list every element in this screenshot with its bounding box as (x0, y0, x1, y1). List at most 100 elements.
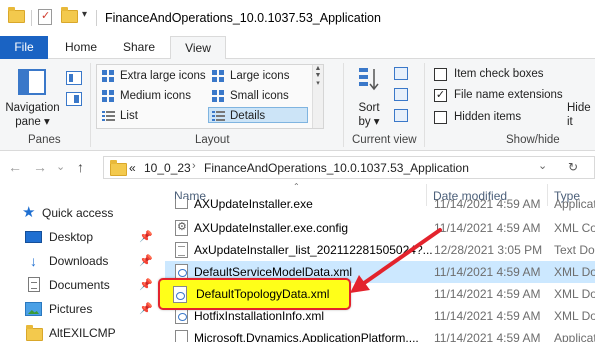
large-icons-icon (212, 70, 225, 82)
file-type: Applicati (554, 199, 595, 211)
sidebar-item-label: Pictures (49, 302, 93, 316)
layout-item-label: Small icons (230, 90, 289, 102)
xml-file-icon (175, 308, 188, 324)
navigation-pane-button[interactable]: Navigation pane ▾ (5, 101, 60, 129)
file-name: AxUpdateInstaller_list_202112281505024?.… (194, 243, 433, 257)
new-folder-icon[interactable] (61, 7, 78, 23)
small-icons-icon (212, 90, 225, 102)
item-check-boxes-checkbox[interactable] (434, 67, 447, 81)
hidden-items-toggle[interactable]: Hidden items (434, 109, 521, 125)
address-row: ← → ⌄ ↑ « 10_0_23 › FinanceAndOperations… (0, 151, 595, 184)
properties-icon[interactable] (38, 9, 52, 25)
file-name: HotfixInstallationInfo.xml (194, 309, 325, 323)
tab-view[interactable]: View (170, 36, 226, 60)
back-button[interactable]: ← (8, 159, 22, 175)
forward-button[interactable]: → (33, 159, 47, 175)
breadcrumb-item[interactable]: 10_0_23 (144, 161, 191, 175)
file-name-extensions-toggle[interactable]: ✓ File name extensions (434, 87, 563, 103)
medium-icons-icon (102, 90, 115, 102)
sidebar-item-altexilcmp[interactable]: AltEXILCMP (0, 322, 165, 342)
layout-large-icons[interactable]: Large icons (209, 68, 289, 84)
file-name-extensions-checkbox[interactable]: ✓ (434, 88, 447, 102)
file-row[interactable]: Microsoft.Dynamics.ApplicationPlatform..… (165, 327, 595, 342)
layout-group-label: Layout (195, 134, 230, 146)
layout-small-icons[interactable]: Small icons (209, 88, 289, 104)
folder-icon (8, 7, 25, 23)
navigation-pane-label: Navigation (5, 102, 60, 114)
breadcrumb-overflow[interactable]: « (129, 161, 136, 175)
hidden-items-checkbox[interactable] (434, 110, 447, 124)
file-row[interactable]: AXUpdateInstaller.exe 11/14/2021 4:59 AM… (165, 199, 595, 215)
extra-large-icons-icon (102, 70, 115, 82)
breadcrumb-item[interactable]: FinanceAndOperations_10.0.1037.53_Applic… (204, 161, 469, 175)
desktop-icon (25, 231, 42, 243)
sidebar-item-pictures[interactable]: Pictures 📌 (0, 298, 165, 320)
layout-extra-large-icons[interactable]: Extra large icons (99, 68, 206, 84)
ribbon-tabs: File Home Share View (0, 36, 595, 60)
highlighted-file-default-topology[interactable]: DefaultTopologyData.xml (158, 278, 351, 310)
layout-details[interactable]: Details (208, 107, 308, 123)
layout-item-label: Medium icons (120, 90, 191, 102)
exe-icon (175, 330, 188, 342)
file-name: DefaultTopologyData.xml (196, 287, 330, 301)
sidebar-item-label: Documents (49, 278, 110, 292)
tab-file[interactable]: File (0, 36, 48, 59)
toolbar-divider (31, 10, 32, 26)
file-name: AXUpdateInstaller.exe (194, 199, 313, 211)
sidebar-item-downloads[interactable]: ↓ Downloads 📌 (0, 250, 165, 272)
file-date: 11/14/2021 4:59 AM (434, 331, 541, 342)
hide-label: Hide (567, 102, 591, 114)
text-file-icon (175, 242, 188, 258)
file-date: 11/14/2021 4:59 AM (434, 309, 541, 323)
pin-icon: 📌 (139, 231, 153, 243)
panes-group-label: Panes (28, 134, 61, 146)
breadcrumb-separator[interactable]: › (192, 160, 196, 172)
add-columns-icon[interactable] (394, 88, 408, 101)
size-columns-icon[interactable] (394, 109, 408, 122)
checkbox-label: Item check boxes (454, 68, 544, 80)
details-pane-icon[interactable] (66, 92, 82, 106)
file-date: 12/28/2021 3:05 PM (434, 243, 543, 257)
document-icon (28, 277, 40, 292)
file-date: 11/14/2021 4:59 AM (434, 221, 541, 235)
checkbox-label: File name extensions (454, 89, 563, 101)
file-row[interactable]: AxUpdateInstaller_list_202112281505024?.… (165, 239, 595, 261)
sidebar-item-desktop[interactable]: Desktop 📌 (0, 226, 165, 248)
xml-file-icon (173, 286, 187, 303)
group-by-icon[interactable] (394, 67, 408, 80)
file-row[interactable]: AXUpdateInstaller.exe.config 11/14/2021 … (165, 217, 595, 239)
file-type: XML Do (554, 309, 595, 323)
file-type: XML Do (554, 265, 595, 279)
sort-by-button[interactable]: Sort by ▾ (354, 101, 384, 129)
show-hide-group-label: Show/hide (506, 134, 560, 146)
customize-quick-access-dropdown[interactable]: ▾ (82, 9, 87, 20)
address-bar[interactable]: « 10_0_23 › FinanceAndOperations_10.0.10… (103, 156, 595, 179)
sidebar-item-documents[interactable]: Documents 📌 (0, 274, 165, 296)
pin-icon: 📌 (139, 303, 153, 315)
star-icon: ★ (22, 204, 36, 221)
preview-pane-icon[interactable] (66, 71, 82, 85)
group-divider (90, 63, 91, 147)
up-button[interactable]: ↑ (77, 159, 84, 175)
sidebar-item-label: Desktop (49, 230, 94, 244)
recent-locations-button[interactable]: ⌄ (56, 160, 65, 173)
navigation-pane-icon[interactable] (18, 69, 46, 95)
file-type: XML Co (554, 221, 595, 235)
layout-list[interactable]: List (99, 108, 138, 124)
tab-share[interactable]: Share (118, 36, 160, 59)
sort-by-icon[interactable] (357, 66, 381, 94)
file-date: 11/14/2021 4:59 AM (434, 199, 541, 211)
file-type: Text Do (554, 243, 595, 257)
refresh-button[interactable]: ↻ (568, 160, 578, 174)
checkbox-label: Hidden items (454, 111, 522, 123)
address-dropdown-button[interactable]: ⌄ (538, 159, 547, 172)
sort-indicator-icon: ⌃ (293, 182, 300, 191)
title-bar: ▾ FinanceAndOperations_10.0.1037.53_Appl… (0, 0, 595, 36)
layout-gallery-scrollbar[interactable]: ▲ ▼ ▾ (312, 65, 323, 128)
sidebar-item-quick-access[interactable]: ★ Quick access (0, 202, 165, 224)
layout-medium-icons[interactable]: Medium icons (99, 88, 191, 104)
item-check-boxes-toggle[interactable]: Item check boxes (434, 66, 543, 82)
sidebar-item-label: Quick access (42, 206, 114, 220)
tab-home[interactable]: Home (60, 36, 102, 59)
hide-selected-items-button[interactable]: Hide it (567, 101, 591, 129)
